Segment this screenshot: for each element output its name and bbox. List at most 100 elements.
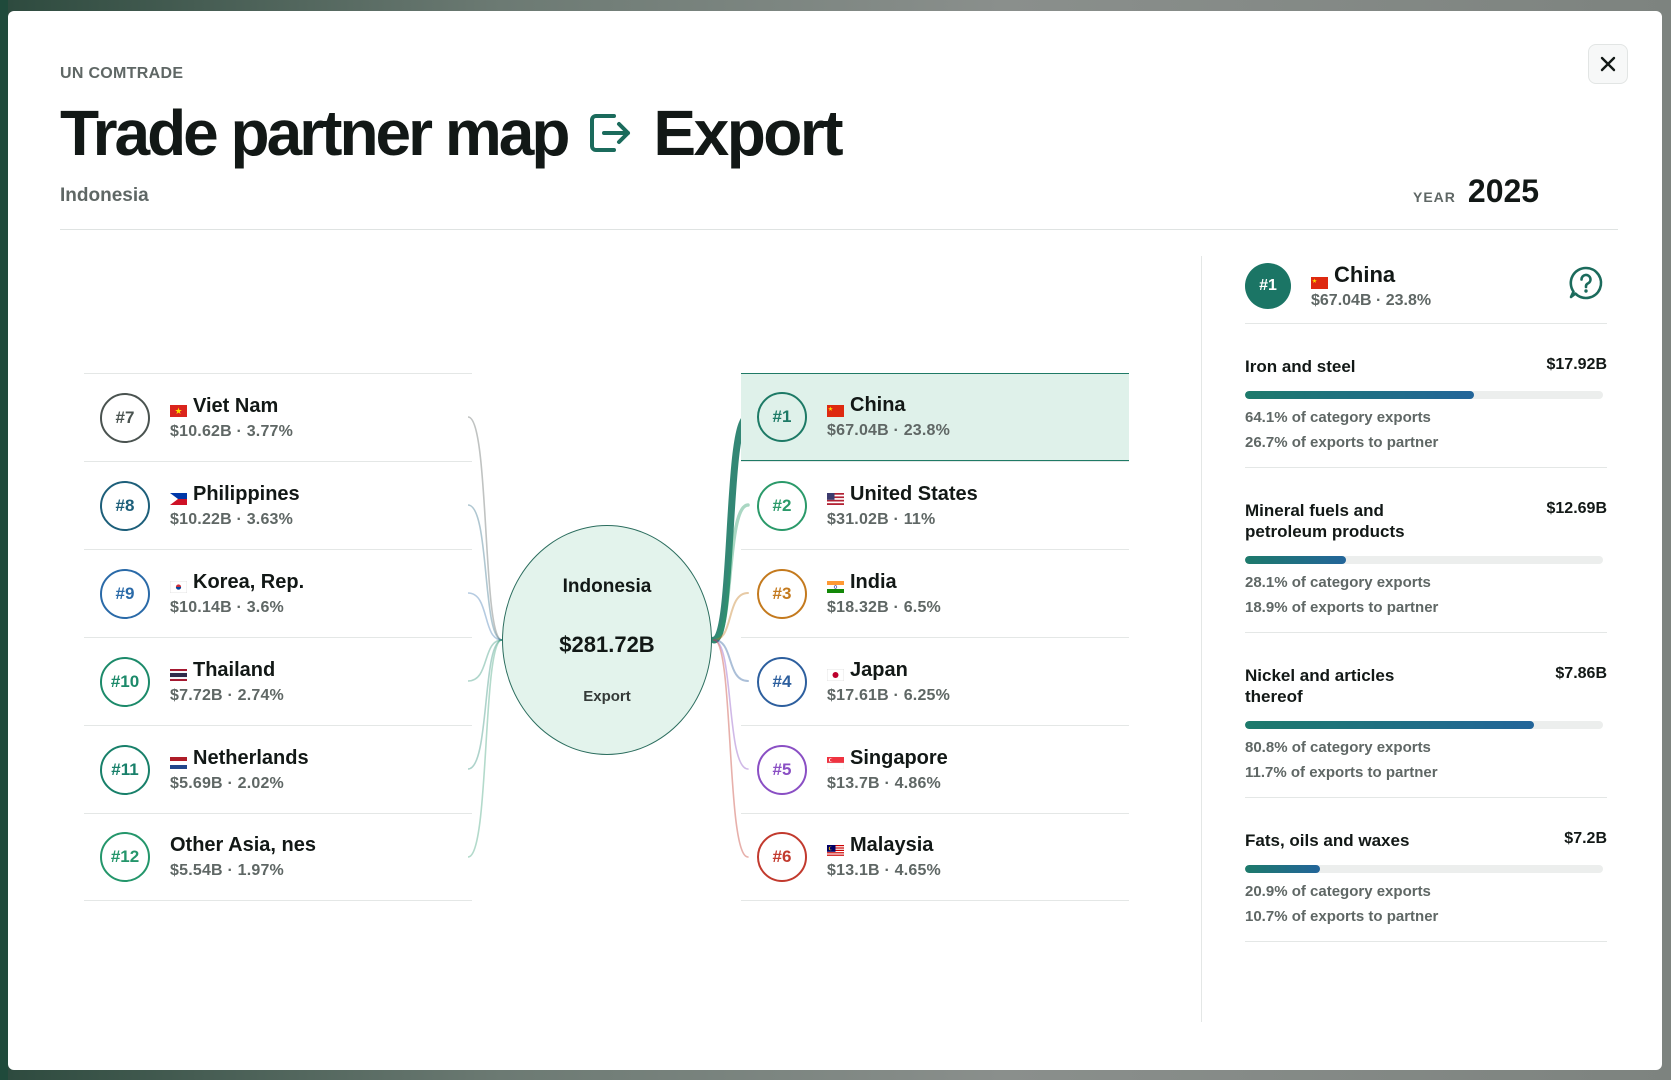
category-item[interactable]: Iron and steel $17.92B 64.1% of category… xyxy=(1245,324,1607,468)
partner-name: Thailand xyxy=(170,659,284,682)
category-name: Iron and steel xyxy=(1245,357,1356,376)
rank-badge: #9 xyxy=(100,568,150,619)
partner-name: Korea, Rep. xyxy=(169,570,305,594)
partner-value: $31.02B · 11% xyxy=(827,510,936,528)
partner-name: Other Asia, nes xyxy=(170,834,316,857)
partner-row-viet-nam[interactable]: #7 Viet Nam $10.62B · 3.77% xyxy=(84,373,472,461)
category-share-fill xyxy=(1245,391,1475,399)
partner-name: Netherlands xyxy=(170,747,309,770)
flow-link-left xyxy=(467,639,503,770)
partner-row-japan[interactable]: #4 Japan $17.61B · 6.25% xyxy=(741,637,1129,725)
flag-vn-icon xyxy=(170,400,187,417)
partner-name-text: Netherlands xyxy=(193,746,309,769)
help-chat-icon[interactable] xyxy=(1567,264,1605,302)
year-selector[interactable]: YEAR 2025 xyxy=(1413,173,1539,210)
flow-link-left xyxy=(467,592,503,641)
partner-row-united-states[interactable]: #2 United States $31.02B · 11% xyxy=(741,461,1129,549)
partner-value: $10.14B · 3.6% xyxy=(170,598,284,616)
partner-name: United States xyxy=(827,483,978,506)
partner-row-korea-rep[interactable]: #9 Korea, Rep. $10.14B · 3.6% xyxy=(84,549,472,637)
partner-value: $18.32B · 6.5% xyxy=(827,598,941,616)
flag-in-icon xyxy=(827,576,844,593)
partner-name-text: Other Asia, nes xyxy=(170,834,316,856)
category-item[interactable]: Nickel and articles thereof $7.86B 80.8%… xyxy=(1245,633,1607,798)
partner-name: China xyxy=(827,394,950,417)
category-share-fill xyxy=(1245,721,1535,729)
rank-badge: #2 xyxy=(757,480,807,531)
partner-value: $5.54B · 1.97% xyxy=(170,862,284,879)
partner-share-stat: 11.7% of exports to partner xyxy=(1245,764,1438,781)
partner-row-netherlands[interactable]: #11 Netherlands $5.69B · 2.02% xyxy=(84,725,472,813)
category-share-bar xyxy=(1245,556,1603,564)
flag-ph-icon xyxy=(170,488,187,505)
flag-cn-icon xyxy=(1311,269,1328,289)
partner-detail-panel: #1 China $67.04B · 23.8% Iron and steel … xyxy=(1245,256,1607,991)
data-source-label: UN COMTRADE xyxy=(60,65,184,82)
rank-badge: #1 xyxy=(757,392,807,442)
partner-name: Viet Nam xyxy=(170,395,293,418)
category-share-fill xyxy=(1245,556,1346,564)
partner-name-text: Singapore xyxy=(850,746,948,769)
partner-name-text: Thailand xyxy=(193,658,276,681)
partner-name-text: United States xyxy=(850,482,978,505)
category-share-bar xyxy=(1245,721,1603,729)
flag-my-icon xyxy=(827,840,844,857)
category-share-stat: 28.1% of category exports xyxy=(1245,574,1431,591)
category-name: Mineral fuels and petroleum products xyxy=(1245,501,1405,541)
rank-badge: #11 xyxy=(100,744,150,795)
partner-value: $10.22B · 3.63% xyxy=(170,510,294,528)
category-value: $7.86B xyxy=(1555,665,1607,682)
partner-row-thailand[interactable]: #10 Thailand $7.72B · 2.74% xyxy=(84,637,472,725)
panel-divider xyxy=(1201,256,1202,1022)
category-name: Nickel and articles thereof xyxy=(1245,666,1395,706)
partner-row-philippines[interactable]: #8 Philippines $10.22B · 3.63% xyxy=(84,461,472,549)
partner-value: $17.61B · 6.25% xyxy=(827,686,951,704)
flag-sg-icon xyxy=(826,752,845,770)
year-value: 2025 xyxy=(1467,173,1540,209)
flow-link-left xyxy=(467,416,503,641)
flag-us-icon xyxy=(827,488,844,505)
partner-row-india[interactable]: #3 India $18.32B · 6.5% xyxy=(741,549,1129,637)
center-flow-label: Export xyxy=(583,687,631,705)
close-button[interactable] xyxy=(1588,44,1628,84)
partner-name: India xyxy=(827,571,941,594)
center-country-node[interactable]: Indonesia $281.72B Export xyxy=(502,525,712,755)
rank-badge: #3 xyxy=(757,568,807,619)
category-share-stat: 80.8% of category exports xyxy=(1245,739,1431,756)
rank-badge: #5 xyxy=(757,744,807,795)
flag-nl-icon xyxy=(170,752,187,769)
partner-value: $13.7B · 4.86% xyxy=(827,774,941,792)
rank-badge: #4 xyxy=(757,656,807,707)
partner-name: Japan xyxy=(826,659,950,682)
category-name: Fats, oils and waxes xyxy=(1245,831,1410,850)
partner-name-text: India xyxy=(850,570,897,593)
detail-rank-badge: #1 xyxy=(1245,262,1291,309)
detail-country: China xyxy=(1311,261,1431,289)
partner-row-malaysia[interactable]: #6 Malaysia $13.1B · 4.65% xyxy=(741,813,1129,901)
category-item[interactable]: Mineral fuels and petroleum products $12… xyxy=(1245,468,1607,633)
partner-value: $10.62B · 3.77% xyxy=(170,422,294,440)
category-share-stat: 64.1% of category exports xyxy=(1245,409,1431,426)
category-share-bar xyxy=(1245,865,1603,873)
category-value: $12.69B xyxy=(1546,500,1608,517)
flag-cn-icon xyxy=(827,400,844,417)
partner-name-text: China xyxy=(850,394,906,416)
partner-name-text: Philippines xyxy=(193,482,300,505)
partner-name: Philippines xyxy=(170,483,300,506)
left-partner-list: #7 Viet Nam $10.62B · 3.77% #8 Philippines $1… xyxy=(84,373,472,901)
partner-row-other-asia-nes[interactable]: #12 Other Asia, nes $5.54B · 1.97% xyxy=(84,813,472,901)
category-item[interactable]: Fats, oils and waxes $7.2B 20.9% of cate… xyxy=(1245,798,1607,942)
page-title: Trade partner map xyxy=(60,97,570,169)
partner-row-singapore[interactable]: #5 Singapore $13.7B · 4.86% xyxy=(741,725,1129,813)
partner-row-china[interactable]: #1 China $67.04B · 23.8% xyxy=(741,373,1129,461)
flow-link-left xyxy=(467,504,503,641)
rank-badge: #8 xyxy=(100,480,150,531)
partner-name: Malaysia xyxy=(827,834,941,857)
rank-badge: #6 xyxy=(757,832,807,882)
detail-country-name: China xyxy=(1334,261,1396,287)
flow-link-left xyxy=(467,639,503,682)
partner-name-text: Korea, Rep. xyxy=(193,570,305,593)
center-country-name: Indonesia xyxy=(562,575,652,597)
category-value: $7.2B xyxy=(1564,830,1607,847)
flag-kr-icon xyxy=(169,576,188,594)
